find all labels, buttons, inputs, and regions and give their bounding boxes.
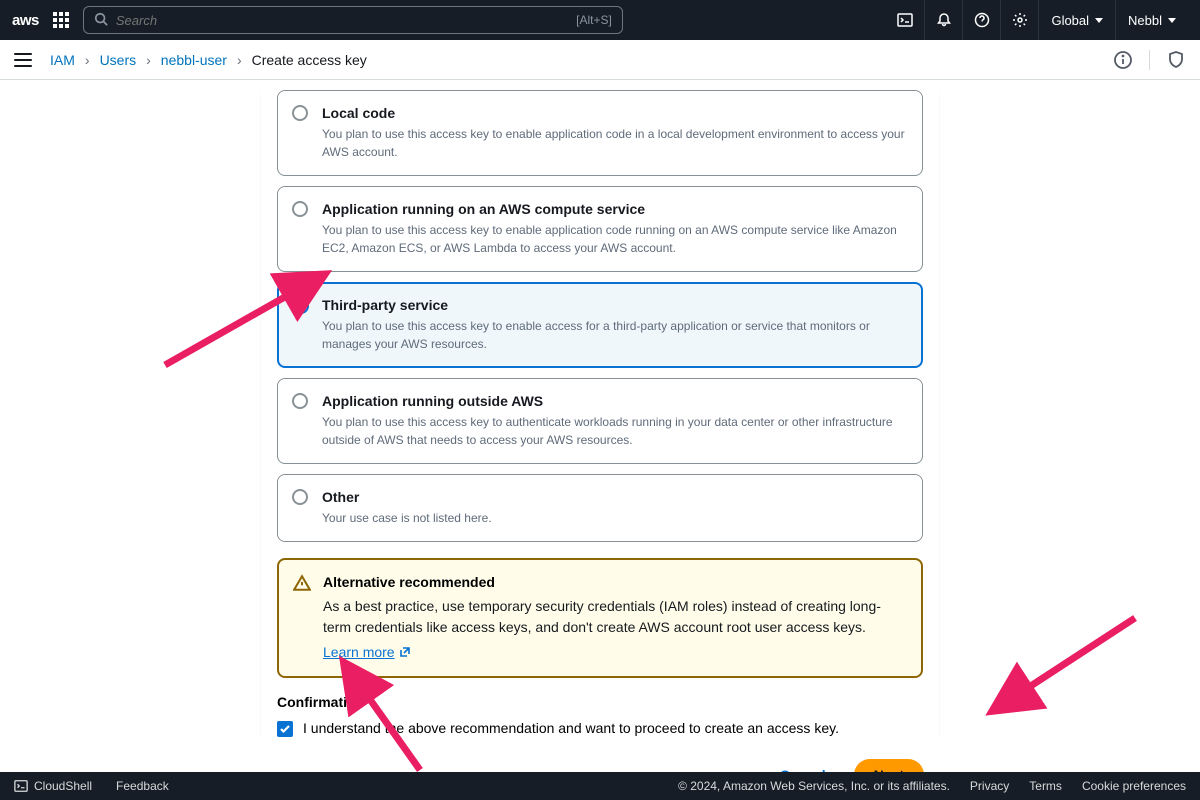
checkbox-icon (277, 721, 293, 737)
help-icon[interactable] (962, 0, 1000, 40)
chevron-down-icon (1095, 18, 1103, 23)
external-link-icon (399, 646, 411, 658)
copyright: © 2024, Amazon Web Services, Inc. or its… (678, 779, 950, 793)
wizard-buttons: Cancel Next (260, 759, 940, 772)
breadcrumb-bar: IAM › Users › nebbl-user › Create access… (0, 40, 1200, 80)
settings-icon[interactable] (1000, 0, 1038, 40)
option-title: Third-party service (322, 297, 906, 313)
radio-icon (293, 298, 309, 314)
cloudshell-icon[interactable] (886, 0, 924, 40)
alert-title: Alternative recommended (323, 574, 905, 590)
option-title: Other (322, 489, 906, 505)
region-selector[interactable]: Global (1038, 0, 1115, 40)
chevron-down-icon (1168, 18, 1176, 23)
option-outside-aws[interactable]: Application running outside AWS You plan… (277, 378, 923, 464)
cookies-link[interactable]: Cookie preferences (1082, 779, 1186, 793)
radio-icon (292, 393, 308, 409)
content-area: Local code You plan to use this access k… (0, 80, 1200, 772)
option-compute-service[interactable]: Application running on an AWS compute se… (277, 186, 923, 272)
search-input[interactable] (116, 13, 576, 28)
top-nav: aws [Alt+S] Global Nebbl (0, 0, 1200, 40)
breadcrumb: IAM › Users › nebbl-user › Create access… (50, 52, 367, 68)
privacy-link[interactable]: Privacy (970, 779, 1009, 793)
option-title: Application running on an AWS compute se… (322, 201, 906, 217)
radio-icon (292, 201, 308, 217)
terms-link[interactable]: Terms (1029, 779, 1062, 793)
cloudshell-link[interactable]: CloudShell (14, 779, 92, 793)
chevron-right-icon: › (237, 52, 242, 68)
cancel-button[interactable]: Cancel (764, 759, 842, 772)
learn-more-link[interactable]: Learn more (323, 644, 411, 660)
menu-toggle-icon[interactable] (14, 53, 32, 67)
confirmation-heading: Confirmation (277, 694, 923, 710)
radio-icon (292, 489, 308, 505)
option-other[interactable]: Other Your use case is not listed here. (277, 474, 923, 542)
notifications-icon[interactable] (924, 0, 962, 40)
alert-body: As a best practice, use temporary securi… (323, 596, 905, 638)
chevron-right-icon: › (85, 52, 90, 68)
account-menu[interactable]: Nebbl (1115, 0, 1188, 40)
crumb-service[interactable]: IAM (50, 52, 75, 68)
confirmation-checkbox[interactable]: I understand the above recommendation an… (277, 720, 923, 737)
search-icon (94, 12, 108, 29)
option-desc: You plan to use this access key to enabl… (322, 125, 906, 161)
confirmation-label: I understand the above recommendation an… (303, 720, 839, 736)
security-icon[interactable] (1166, 50, 1186, 70)
warning-icon (293, 574, 311, 597)
next-button[interactable]: Next (854, 759, 924, 772)
alternative-alert: Alternative recommended As a best practi… (277, 558, 923, 678)
crumb-user[interactable]: nebbl-user (161, 52, 227, 68)
option-desc: You plan to use this access key to enabl… (322, 221, 906, 257)
chevron-right-icon: › (146, 52, 151, 68)
option-desc: You plan to use this access key to authe… (322, 413, 906, 449)
crumb-section[interactable]: Users (100, 52, 137, 68)
option-third-party[interactable]: Third-party service You plan to use this… (277, 282, 923, 368)
option-title: Local code (322, 105, 906, 121)
option-title: Application running outside AWS (322, 393, 906, 409)
aws-logo[interactable]: aws (12, 12, 39, 29)
cloudshell-icon (14, 779, 28, 793)
option-local-code[interactable]: Local code You plan to use this access k… (277, 90, 923, 176)
search-box[interactable]: [Alt+S] (83, 6, 623, 34)
feedback-link[interactable]: Feedback (116, 779, 169, 793)
confirmation-section: Confirmation I understand the above reco… (277, 694, 923, 737)
option-desc: You plan to use this access key to enabl… (322, 317, 906, 353)
search-shortcut: [Alt+S] (576, 13, 612, 27)
info-icon[interactable] (1113, 50, 1133, 70)
services-grid-icon[interactable] (53, 12, 69, 28)
footer: CloudShell Feedback © 2024, Amazon Web S… (0, 772, 1200, 800)
radio-icon (292, 105, 308, 121)
use-case-panel: Local code You plan to use this access k… (260, 90, 940, 737)
crumb-current: Create access key (252, 52, 367, 68)
option-desc: Your use case is not listed here. (322, 509, 906, 527)
